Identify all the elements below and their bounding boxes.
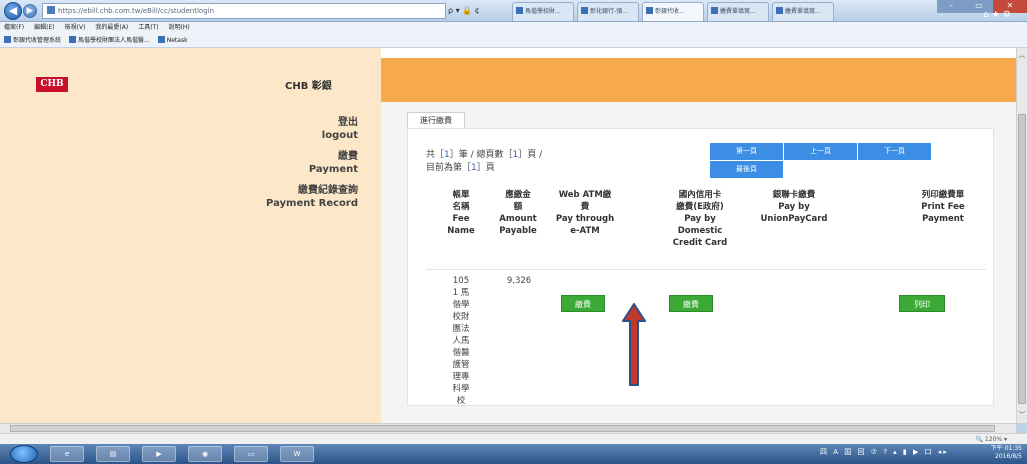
- menu-edit[interactable]: 編輯(E): [34, 22, 54, 34]
- sidebar-item-label-en: Payment: [308, 164, 358, 175]
- main-content: 進行繳費 共［1］筆 / 總頁數［1］頁 / 目前為第［1］頁 第一頁 上一頁 …: [381, 102, 1016, 423]
- up-arrow-annotation-icon: [622, 303, 646, 386]
- browser-tab[interactable]: 馬偕學校財...: [512, 2, 574, 21]
- scroll-up-icon[interactable]: ︿: [1017, 50, 1027, 60]
- record-summary: 共［1］筆 / 總頁數［1］頁 / 目前為第［1］頁: [426, 150, 543, 173]
- bank-name: CHB 彰銀: [285, 81, 332, 92]
- favorite-link[interactable]: 馬偕學校財團法人馬偕醫...: [69, 34, 150, 47]
- menu-favorites[interactable]: 我的最愛(A): [95, 22, 128, 34]
- payment-card: 共［1］筆 / 總頁數［1］頁 / 目前為第［1］頁 第一頁 上一頁 下一頁 最…: [407, 128, 994, 406]
- column-header-fee-name: 帳單 名稱 Fee Name: [447, 190, 475, 236]
- browser-tab[interactable]: 繳費單填寫...: [707, 2, 769, 21]
- tab-favicon-icon: [776, 7, 783, 14]
- sidebar-item-payment[interactable]: 繳費 Payment: [266, 150, 358, 176]
- menu-help[interactable]: 說明(H): [169, 22, 190, 34]
- page-viewport: CHB CHB 彰銀 登出 logout 繳費 Payment 繳費紀錄查詢 P…: [0, 48, 1016, 423]
- taskbar: e ▤ ▶ ◉ ▭ W 四 A 国 回 ⑦ ? ▴ ▮ ▶ 口 ◂▸ 下午 01…: [0, 444, 1027, 464]
- last-page-button[interactable]: 最後頁: [710, 161, 783, 178]
- tab-favicon-icon: [516, 7, 523, 14]
- side-menu: 登出 logout 繳費 Payment 繳費紀錄查詢 Payment Reco…: [266, 116, 358, 210]
- column-header-unionpay: 銀聯卡繳費 Pay by UnionPayCard: [760, 190, 828, 224]
- menu-view[interactable]: 檢視(V): [65, 22, 86, 34]
- column-header-credit-card: 國內信用卡 繳費(E政府) Pay by Domestic Credit Car…: [672, 190, 728, 248]
- column-header-print: 列印繳費單 Print Fee Payment: [921, 190, 965, 224]
- sidebar-item-label-en: Payment Record: [266, 198, 358, 209]
- sidebar-item-label-zh: 登出: [338, 117, 358, 128]
- taskbar-word-icon[interactable]: W: [280, 446, 314, 462]
- clock[interactable]: 下午 01:35 2016/8/5: [990, 445, 1022, 461]
- webatm-pay-button[interactable]: 繳費: [561, 295, 605, 312]
- page-icon: [47, 6, 55, 14]
- sidebar-item-logout[interactable]: 登出 logout: [266, 116, 358, 142]
- column-header-amount: 應繳金 額 Amount Payable: [499, 190, 537, 236]
- status-bar: 🔍 120% ▾: [0, 433, 1027, 444]
- back-arrow-icon[interactable]: ◀: [4, 2, 22, 20]
- address-bar[interactable]: https://ebill.chb.com.tw/eBill/cc/studen…: [42, 3, 446, 19]
- address-tools[interactable]: ρ ▾ 🔒 ¢: [448, 3, 508, 19]
- address-url: https://ebill.chb.com.tw/eBill/cc/studen…: [58, 7, 215, 15]
- browser-titlebar: ◀ ▶ https://ebill.chb.com.tw/eBill/cc/st…: [0, 0, 1027, 22]
- horizontal-scroll-thumb[interactable]: [10, 425, 995, 432]
- header-band: [381, 58, 1016, 102]
- browser-tabs: 馬偕學校財... 彰化銀行-領... 彰銀代收... 繳費單填寫... 繳費單填…: [512, 2, 834, 21]
- browser-tab[interactable]: 繳費單填寫...: [772, 2, 834, 21]
- tab-payment-process[interactable]: 進行繳費: [407, 112, 465, 128]
- tab-favicon-icon: [581, 7, 588, 14]
- credit-card-pay-button[interactable]: 繳費: [669, 295, 713, 312]
- sidebar-item-label-en: logout: [321, 130, 358, 141]
- horizontal-scrollbar[interactable]: [0, 423, 1016, 433]
- pager: 第一頁 上一頁 下一頁 最後頁: [710, 143, 931, 178]
- home-favorites-settings-icons[interactable]: ⌂ ★ ⚙: [968, 10, 1026, 20]
- favorites-bar: 彰銀代收管理系統 馬偕學校財團法人馬偕醫... Netask: [0, 34, 1027, 48]
- favorite-link[interactable]: 彰銀代收管理系統: [4, 34, 61, 47]
- browser-tab[interactable]: 彰化銀行-領...: [577, 2, 639, 21]
- system-tray[interactable]: 四 A 国 回 ⑦ ? ▴ ▮ ▶ 口 ◂▸: [820, 447, 949, 457]
- sidebar-item-payment-record[interactable]: 繳費紀錄查詢 Payment Record: [266, 184, 358, 210]
- start-button-icon[interactable]: [10, 445, 38, 463]
- sidebar-item-label-zh: 繳費: [338, 151, 358, 162]
- taskbar-ie-icon[interactable]: e: [50, 446, 84, 462]
- taskbar-media-icon[interactable]: ▶: [142, 446, 176, 462]
- taskbar-explorer-icon[interactable]: ▤: [96, 446, 130, 462]
- vertical-scrollbar[interactable]: ︿ ﹀: [1016, 48, 1027, 423]
- sidebar-item-label-zh: 繳費紀錄查詢: [298, 185, 358, 196]
- scroll-down-icon[interactable]: ﹀: [1017, 410, 1027, 420]
- cell-amount: 9,326: [506, 276, 532, 286]
- tab-favicon-icon: [711, 7, 718, 14]
- taskbar-app-icon[interactable]: ▭: [234, 446, 268, 462]
- forward-arrow-icon[interactable]: ▶: [23, 4, 37, 18]
- next-page-button[interactable]: 下一頁: [858, 143, 931, 160]
- taskbar-chrome-icon[interactable]: ◉: [188, 446, 222, 462]
- favorite-link[interactable]: Netask: [158, 34, 188, 47]
- table-divider: [426, 269, 986, 270]
- chb-logo: CHB: [36, 77, 68, 92]
- tab-favicon-icon: [646, 7, 653, 14]
- minimize-button[interactable]: –: [937, 0, 965, 13]
- cell-fee-name: 105 1 馬 偕學 校財 團法 人馬 偕醫 護管 理專 科學 校: [452, 276, 470, 406]
- column-header-webatm: Web ATM繳 費 Pay through e-ATM: [555, 190, 615, 236]
- menu-bar: 檔案(F) 編輯(E) 檢視(V) 我的最愛(A) 工具(T) 說明(H): [0, 22, 1027, 34]
- print-button[interactable]: 列印: [899, 295, 945, 312]
- first-page-button[interactable]: 第一頁: [710, 143, 783, 160]
- sidebar: CHB CHB 彰銀 登出 logout 繳費 Payment 繳費紀錄查詢 P…: [0, 48, 381, 423]
- menu-file[interactable]: 檔案(F): [4, 22, 24, 34]
- menu-tools[interactable]: 工具(T): [138, 22, 158, 34]
- vertical-scroll-thumb[interactable]: [1018, 114, 1026, 404]
- browser-tab-active[interactable]: 彰銀代收...: [642, 2, 704, 21]
- prev-page-button[interactable]: 上一頁: [784, 143, 857, 160]
